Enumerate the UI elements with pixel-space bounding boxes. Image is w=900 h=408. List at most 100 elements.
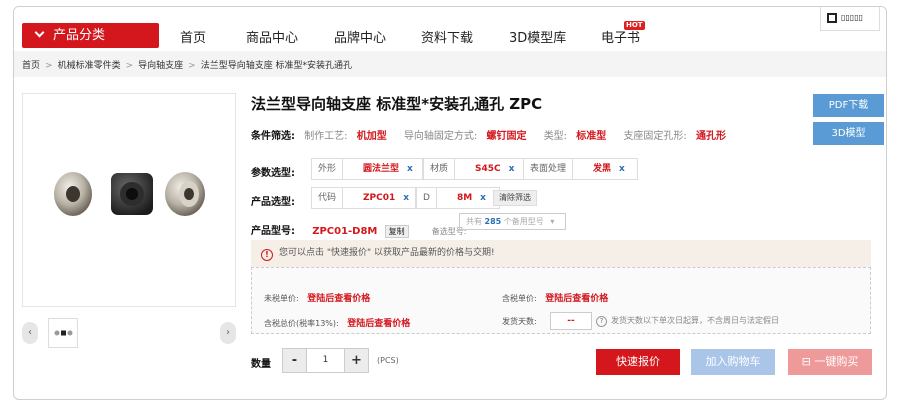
dropdown-prefix: 共有 — [466, 217, 482, 226]
nav-item-home[interactable]: 首页 — [180, 27, 206, 46]
remove-chip-icon[interactable]: x — [407, 159, 417, 179]
chip-value: ZPC01 — [363, 193, 396, 203]
breadcrumb-subcategory[interactable]: 导向轴支座 — [138, 61, 183, 71]
dropdown-suffix: 个备用型号 — [503, 217, 544, 226]
condition-value[interactable]: 机加型 — [357, 131, 387, 142]
buy-now-button[interactable]: ⊟ 一键购买 — [788, 349, 872, 375]
shipping-note: ? 发货天数以下单次日起算，不含周日与法定假日 — [596, 315, 779, 327]
nav-item-products[interactable]: 商品中心 — [246, 27, 298, 46]
breadcrumb-separator: > — [188, 61, 196, 71]
thumbnail-strip: ‹ › — [22, 316, 236, 350]
condition-key: 制作工艺: — [304, 131, 348, 142]
shipping-note-text: 发货天数以下单次日起算，不含周日与法定假日 — [611, 316, 779, 325]
chip-value: S45C — [475, 164, 501, 174]
alternate-model-count: 285 — [484, 217, 502, 226]
param-select-label: 参数选型: — [251, 168, 295, 179]
total-price: 含税总价(税率13%): 登陆后查看价格 — [264, 316, 410, 329]
price-panel: 未税单价: 登陆后查看价格 含税单价: 登陆后查看价格 含税总价(税率13%):… — [251, 267, 871, 334]
chip-key: 代码 — [312, 188, 344, 208]
product-category-button[interactable]: 产品分类 — [22, 23, 159, 48]
chip-key: D — [417, 188, 437, 208]
chip-key: 表面处理 — [524, 159, 574, 179]
quantity-input[interactable]: 1 — [307, 348, 344, 373]
quantity-increment-button[interactable]: + — [344, 348, 369, 373]
product-chip-code[interactable]: 代码 ZPC01 x — [311, 187, 416, 209]
param-chip-material[interactable]: 材质 S45C x — [423, 158, 527, 180]
remove-chip-icon[interactable]: x — [619, 159, 629, 179]
condition-value[interactable]: 标准型 — [576, 131, 606, 142]
breadcrumb-current: 法兰型导向轴支座 标准型*安装孔通孔 — [200, 61, 353, 71]
shipping-days-label: 发货天数: — [502, 317, 537, 326]
clear-filter-button[interactable]: 清除筛选 — [493, 190, 537, 206]
qr-code-widget[interactable]: ▯▯▯▯▯ — [820, 7, 880, 31]
remove-chip-icon[interactable]: x — [509, 159, 519, 179]
thumbnail[interactable] — [48, 318, 78, 348]
alternate-model-dropdown[interactable]: 共有 285 个备用型号 ▾ — [459, 213, 566, 230]
cart-icon: ⊟ — [801, 355, 815, 368]
help-icon[interactable]: ? — [596, 316, 607, 327]
breadcrumb-separator: > — [45, 61, 53, 71]
condition-key: 导向轴固定方式: — [403, 131, 478, 142]
thumbnail-image — [54, 330, 73, 336]
qr-icon — [827, 13, 837, 23]
hot-badge: HOT — [624, 21, 645, 30]
3d-model-button[interactable]: 3D模型 — [813, 122, 884, 145]
page-frame: 产品分类 首页 商品中心 品牌中心 资料下载 3D模型库 电子书 HOT ▯▯▯… — [13, 6, 887, 400]
add-to-cart-button[interactable]: 加入购物车 — [691, 349, 775, 375]
breadcrumb-separator: > — [125, 61, 134, 71]
taxed-price: 含税单价: 登陆后查看价格 — [502, 291, 608, 304]
condition-value[interactable]: 螺钉固定 — [487, 131, 527, 142]
quote-notice: ! 您可以点击 "快速报价" 以获取产品最新的价格与交期! — [251, 240, 871, 267]
taxed-price-label: 含税单价: — [502, 294, 537, 303]
quick-quote-button[interactable]: 快速报价 — [596, 349, 680, 375]
breadcrumb-home[interactable]: 首页 — [22, 61, 40, 71]
pdf-download-button[interactable]: PDF下载 — [813, 94, 884, 117]
qr-label: ▯▯▯▯▯ — [841, 13, 864, 22]
untaxed-price-label: 未税单价: — [264, 294, 299, 303]
product-photo — [54, 172, 205, 216]
next-arrow-icon[interactable]: › — [220, 322, 236, 344]
chip-value: 8M — [456, 193, 473, 203]
chip-key: 材质 — [424, 159, 456, 179]
quantity-unit: (PCS) — [377, 356, 399, 365]
nav-item-downloads[interactable]: 资料下载 — [421, 27, 473, 46]
condition-filter-row: 条件筛选: 制作工艺: 机加型 导向轴固定方式: 螺钉固定 类型: 标准型 支座… — [251, 127, 726, 142]
nav-item-brands[interactable]: 品牌中心 — [334, 27, 386, 46]
category-label: 产品分类 — [53, 28, 106, 43]
copy-button[interactable]: 复制 — [384, 225, 409, 238]
chip-value: 发黑 — [593, 164, 612, 174]
model-number-label: 产品型号: — [251, 226, 295, 237]
breadcrumb: 首页 > 机械标准零件类 > 导向轴支座 > 法兰型导向轴支座 标准型*安装孔通孔 — [14, 51, 886, 77]
top-nav: 产品分类 首页 商品中心 品牌中心 资料下载 3D模型库 电子书 HOT ▯▯▯… — [14, 7, 886, 51]
nav-item-3d-models[interactable]: 3D模型库 — [509, 27, 566, 46]
untaxed-price-value[interactable]: 登陆后查看价格 — [307, 294, 370, 304]
remove-chip-icon[interactable]: x — [403, 188, 413, 208]
untaxed-price: 未税单价: 登陆后查看价格 — [264, 291, 370, 304]
notice-text: 您可以点击 "快速报价" 以获取产品最新的价格与交期! — [279, 248, 495, 258]
chip-value: 圆法兰型 — [363, 164, 400, 174]
condition-value[interactable]: 通孔形 — [696, 131, 726, 142]
model-number-row: 产品型号: ZPC01-D8M 复制 备选型号: — [251, 222, 466, 238]
condition-key: 类型: — [543, 131, 568, 142]
chevron-down-icon — [34, 27, 45, 38]
shipping-days-value: -- — [550, 312, 592, 330]
remove-chip-icon[interactable]: x — [480, 188, 490, 208]
prev-arrow-icon[interactable]: ‹ — [22, 322, 38, 344]
param-chip-surface[interactable]: 表面处理 发黑 x — [523, 158, 638, 180]
condition-key: 支座固定孔形: — [623, 131, 687, 142]
product-image[interactable] — [22, 93, 236, 307]
product-title: 法兰型导向轴支座 标准型*安装孔通孔 ZPC — [251, 95, 543, 113]
total-price-value[interactable]: 登陆后查看价格 — [347, 319, 410, 329]
model-number-value: ZPC01-D8M — [312, 226, 378, 237]
chip-key: 外形 — [312, 159, 344, 179]
condition-filter-label: 条件筛选: — [251, 131, 295, 142]
product-chip-diameter[interactable]: D 8M x — [416, 187, 500, 209]
breadcrumb-category[interactable]: 机械标准零件类 — [58, 61, 121, 71]
taxed-price-value[interactable]: 登陆后查看价格 — [545, 294, 608, 304]
quantity-decrement-button[interactable]: - — [282, 348, 307, 373]
caret-down-icon: ▾ — [550, 217, 555, 226]
quantity-label: 数量 — [251, 359, 271, 370]
total-price-label: 含税总价(税率13%): — [264, 319, 339, 328]
buy-now-label: 一键购买 — [814, 355, 859, 368]
param-chip-shape[interactable]: 外形 圆法兰型 x — [311, 158, 423, 180]
